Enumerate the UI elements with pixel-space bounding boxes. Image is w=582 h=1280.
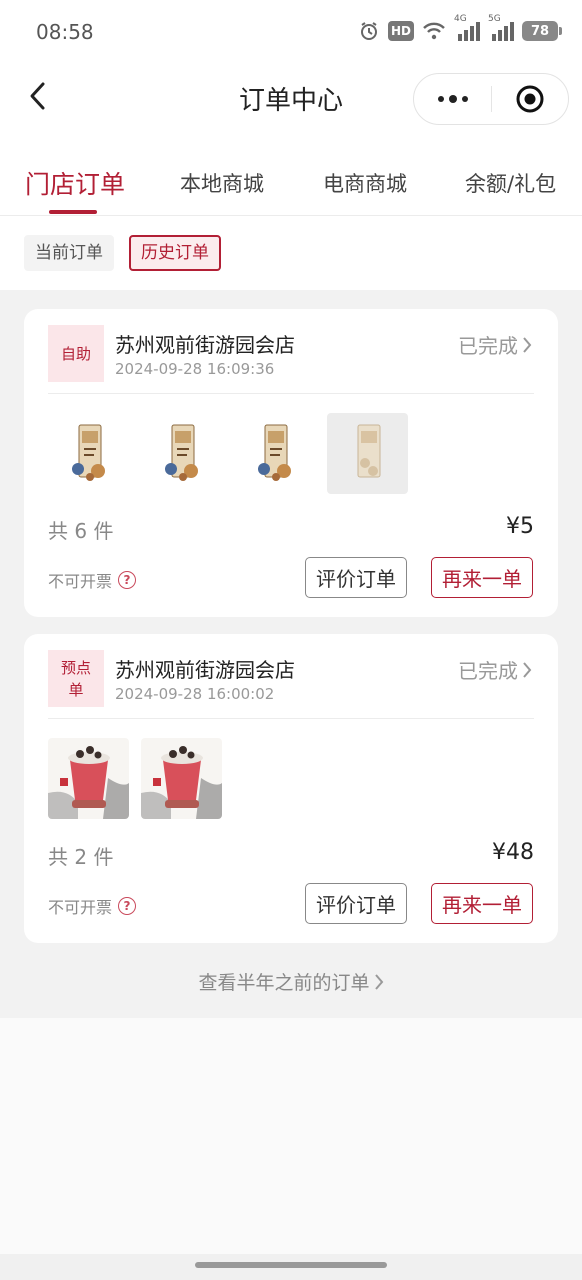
- reorder-button[interactable]: 再来一单: [431, 557, 533, 598]
- reorder-button[interactable]: 再来一单: [431, 883, 533, 924]
- order-filter: 当前订单 历史订单: [0, 216, 582, 290]
- item-count: 共 6 件: [48, 519, 114, 543]
- order-time: 2024-09-28 16:00:02: [115, 685, 275, 703]
- hd-badge: HD: [387, 21, 414, 41]
- product-thumbnails: [48, 413, 408, 494]
- wifi-icon: [422, 20, 446, 42]
- chevron-right-icon: [523, 336, 532, 353]
- more-dots-icon: [438, 95, 468, 103]
- order-type-badge: 预点单: [48, 650, 104, 707]
- chevron-right-icon: [523, 661, 532, 678]
- order-card[interactable]: 自助 苏州观前街游园会店 2024-09-28 16:09:36 已完成 共 6…: [24, 309, 558, 617]
- status-bar: 08:58 HD 4G 5G 78: [0, 0, 582, 64]
- store-name: 苏州观前街游园会店: [115, 333, 295, 357]
- product-image: [48, 738, 129, 819]
- signal-5g-icon: 5G: [488, 14, 514, 42]
- help-icon[interactable]: ?: [118, 571, 137, 589]
- close-miniprogram-button[interactable]: [492, 74, 568, 124]
- view-older-orders-link[interactable]: 查看半年之前的订单: [0, 968, 582, 995]
- signal-4g-icon: 4G: [454, 14, 480, 42]
- tab-store-orders[interactable]: 门店订单: [25, 165, 125, 201]
- order-status-label: 已完成: [458, 659, 518, 683]
- nav-bar: 订单中心: [0, 64, 582, 136]
- mini-program-capsule: [413, 73, 569, 125]
- status-icons: HD 4G 5G 78: [358, 14, 562, 42]
- product-image: [48, 413, 129, 494]
- status-time: 08:58: [36, 20, 94, 44]
- filter-current-orders[interactable]: 当前订单: [24, 235, 114, 271]
- order-price: ¥48: [492, 840, 534, 865]
- order-time: 2024-09-28 16:09:36: [115, 360, 275, 378]
- review-order-button[interactable]: 评价订单: [305, 883, 407, 924]
- item-count: 共 2 件: [48, 845, 114, 869]
- order-status[interactable]: 已完成: [458, 330, 532, 359]
- view-older-orders-label: 查看半年之前的订单: [198, 972, 370, 994]
- tab-ecommerce-mall[interactable]: 电商商城: [323, 168, 407, 198]
- store-name: 苏州观前街游园会店: [115, 658, 295, 682]
- product-thumbnails: [48, 738, 222, 819]
- order-list: 自助 苏州观前街游园会店 2024-09-28 16:09:36 已完成 共 6…: [0, 290, 582, 1018]
- invoice-status: 不可开票 ?: [48, 894, 137, 918]
- signal-4g-label: 4G: [454, 14, 467, 24]
- chevron-right-icon: [374, 973, 383, 990]
- system-navigation-bar: [0, 1254, 582, 1280]
- more-button[interactable]: [414, 74, 492, 124]
- tab-balance-gift[interactable]: 余额/礼包: [465, 168, 556, 198]
- invoice-status: 不可开票 ?: [48, 568, 137, 592]
- filter-history-orders[interactable]: 历史订单: [129, 235, 221, 271]
- order-status[interactable]: 已完成: [458, 655, 532, 684]
- tab-local-mall[interactable]: 本地商城: [180, 168, 264, 198]
- order-type-badge: 自助: [48, 325, 104, 382]
- active-tab-indicator: [49, 210, 97, 214]
- help-icon[interactable]: ?: [118, 897, 137, 915]
- product-image: [327, 413, 408, 494]
- invoice-label: 不可开票: [48, 572, 113, 591]
- target-icon: [516, 85, 544, 113]
- alarm-icon: [358, 20, 380, 42]
- home-indicator[interactable]: [195, 1262, 387, 1268]
- order-type-tabs: 门店订单 本地商城 电商商城 余额/礼包: [0, 136, 582, 216]
- review-order-button[interactable]: 评价订单: [305, 557, 407, 598]
- card-divider: [48, 393, 534, 394]
- signal-5g-label: 5G: [488, 14, 501, 24]
- card-divider: [48, 718, 534, 719]
- product-image: [141, 413, 222, 494]
- product-image: [141, 738, 222, 819]
- invoice-label: 不可开票: [48, 898, 113, 917]
- product-image: [234, 413, 315, 494]
- order-price: ¥5: [506, 514, 534, 539]
- order-status-label: 已完成: [458, 334, 518, 358]
- battery-icon: 78: [522, 21, 562, 41]
- order-card[interactable]: 预点单 苏州观前街游园会店 2024-09-28 16:00:02 已完成 共 …: [24, 634, 558, 943]
